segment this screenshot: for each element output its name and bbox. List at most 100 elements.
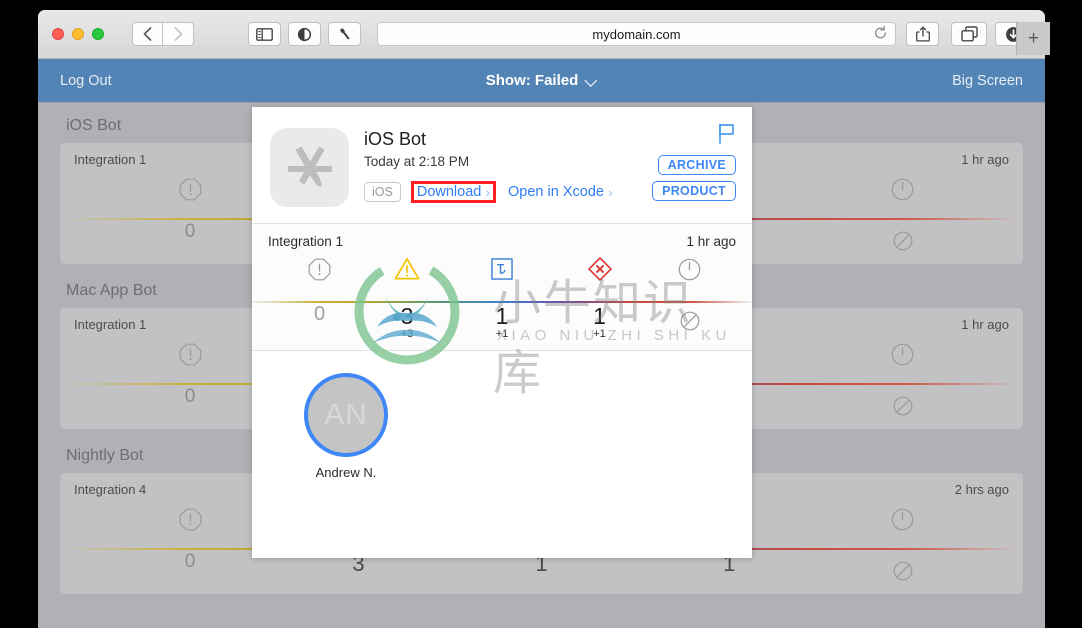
new-tab-button[interactable]: +: [1016, 22, 1050, 55]
metric-clock-icon: [645, 249, 735, 289]
metric-octagon-error-icon: 0: [145, 499, 235, 572]
chevron-down-icon: [585, 75, 597, 87]
show-filter-label: Show: Failed: [485, 72, 579, 89]
test-icon: [457, 249, 547, 289]
modal-integration-metrics: 0 3 +3 1 +1 1 +1: [252, 249, 752, 341]
reload-button[interactable]: [873, 25, 888, 43]
download-highlight: Download ›: [410, 181, 497, 203]
metric-value: 3: [400, 303, 414, 329]
sidebar-icon: [256, 27, 273, 41]
clock-icon: [891, 508, 914, 530]
flashlight-button[interactable]: [328, 22, 361, 46]
sidebar-button[interactable]: [248, 22, 281, 46]
clock-icon: [858, 499, 948, 539]
app-store-glyph: [287, 146, 332, 187]
big-screen-button[interactable]: Big Screen: [952, 73, 1023, 89]
metric-prohibited-icon: [858, 221, 948, 261]
open-in-xcode-label: Open in Xcode: [508, 184, 604, 200]
url-text: mydomain.com: [592, 26, 681, 42]
metric-delta: +1: [593, 328, 606, 340]
archive-button[interactable]: ARCHIVE: [657, 155, 736, 175]
modal-integration-row[interactable]: Integration 1 1 hr ago 0 3 +3 1 +1 1 +1: [252, 224, 752, 351]
zoom-window-button[interactable]: [92, 28, 104, 40]
address-bar[interactable]: mydomain.com: [377, 22, 896, 46]
chevron-left-icon: [143, 27, 152, 41]
test-icon: [491, 258, 513, 280]
clock-icon: [891, 178, 914, 200]
reload-icon: [875, 25, 886, 39]
metric-prohibited-icon: [858, 551, 948, 591]
minimize-window-button[interactable]: [72, 28, 84, 40]
app-header: Log Out Show: Failed Big Screen: [38, 59, 1045, 103]
modal-integration-label: Integration 1: [268, 234, 344, 249]
forward-button[interactable]: [163, 22, 194, 46]
metric-delta: +3: [400, 328, 414, 340]
metric-value: 1: [495, 303, 509, 329]
metric-octagon-error-icon: 0: [145, 169, 235, 242]
octagon-error-icon: [179, 508, 201, 530]
clock-icon: [891, 343, 914, 365]
tab-overview-button[interactable]: [951, 22, 987, 46]
octagon-error-icon: [308, 258, 331, 280]
tab-overview-icon: [960, 26, 978, 42]
back-button[interactable]: [132, 22, 163, 46]
warning-triangle-icon: [362, 249, 452, 289]
clock-icon: [858, 334, 948, 374]
metric-octagon-error-icon: 0: [145, 334, 235, 407]
shield-icon: [297, 27, 312, 41]
modal-actions: iOS Download › Open in Xcode ›: [364, 181, 613, 203]
show-filter-dropdown[interactable]: Show: Failed: [486, 72, 598, 89]
os-badge: iOS: [364, 182, 401, 202]
clock-icon: [645, 249, 735, 289]
share-button[interactable]: [906, 22, 939, 46]
close-window-button[interactable]: [52, 28, 64, 40]
octagon-error-icon: [145, 499, 235, 539]
prohibited-icon: [893, 396, 913, 416]
prohibited-icon: [893, 231, 913, 251]
flag-icon[interactable]: [717, 123, 736, 149]
metric-warning-triangle-icon: 3 +3: [362, 249, 452, 340]
share-icon: [915, 26, 930, 42]
clock-icon: [678, 258, 701, 280]
prohibited-icon: [858, 551, 948, 591]
modal-integration-time: 1 hr ago: [686, 234, 736, 249]
integration-label: Integration 1: [74, 317, 147, 332]
metric-test-icon: 1 +1: [457, 249, 547, 340]
metric-value: 0: [184, 221, 196, 242]
logout-button[interactable]: Log Out: [60, 73, 112, 89]
download-link[interactable]: Download ›: [417, 184, 490, 200]
prohibited-icon: [893, 561, 913, 581]
prohibited-icon: [858, 386, 948, 426]
modal-header-body: iOS Bot Today at 2:18 PM iOS Download › …: [364, 123, 613, 223]
diamond-error-icon: [587, 257, 612, 281]
toolbar-middle-group: [248, 22, 361, 46]
integration-time: 2 hrs ago: [954, 482, 1009, 497]
bot-detail-modal: iOS Bot Today at 2:18 PM iOS Download › …: [252, 107, 752, 558]
avatar: AN: [304, 373, 388, 457]
download-label: Download: [416, 184, 482, 200]
privacy-report-button[interactable]: [288, 22, 321, 46]
chevron-right-icon: ›: [607, 184, 613, 200]
modal-title: iOS Bot: [364, 129, 427, 149]
metric-prohibited-icon: [645, 301, 735, 341]
octagon-error-icon: [145, 334, 235, 374]
screen-root: mydomain.com Log Out Show: Failed Big Sc…: [0, 0, 1082, 628]
metric-value: 1: [593, 303, 606, 329]
window-controls: [52, 28, 104, 40]
open-in-xcode-link[interactable]: Open in Xcode ›: [508, 184, 613, 200]
metric-value: 0: [184, 386, 196, 407]
prohibited-icon: [680, 311, 699, 331]
metric-value: 0: [184, 551, 196, 572]
chevron-right-icon: ›: [485, 184, 491, 200]
product-button[interactable]: PRODUCT: [652, 181, 736, 201]
octagon-error-icon: [145, 169, 235, 209]
metric-octagon-error-icon: 0: [275, 249, 365, 325]
flashlight-icon: [339, 28, 349, 40]
metric-diamond-error-icon: 1 +1: [555, 249, 645, 340]
modal-header: iOS Bot Today at 2:18 PM iOS Download › …: [252, 107, 752, 224]
metric-clock-icon: [858, 169, 948, 209]
contributor-name: Andrew N.: [315, 465, 377, 480]
clock-icon: [858, 169, 948, 209]
contributor-block[interactable]: AN Andrew N.: [296, 373, 396, 480]
metric-clock-icon: [858, 499, 948, 539]
